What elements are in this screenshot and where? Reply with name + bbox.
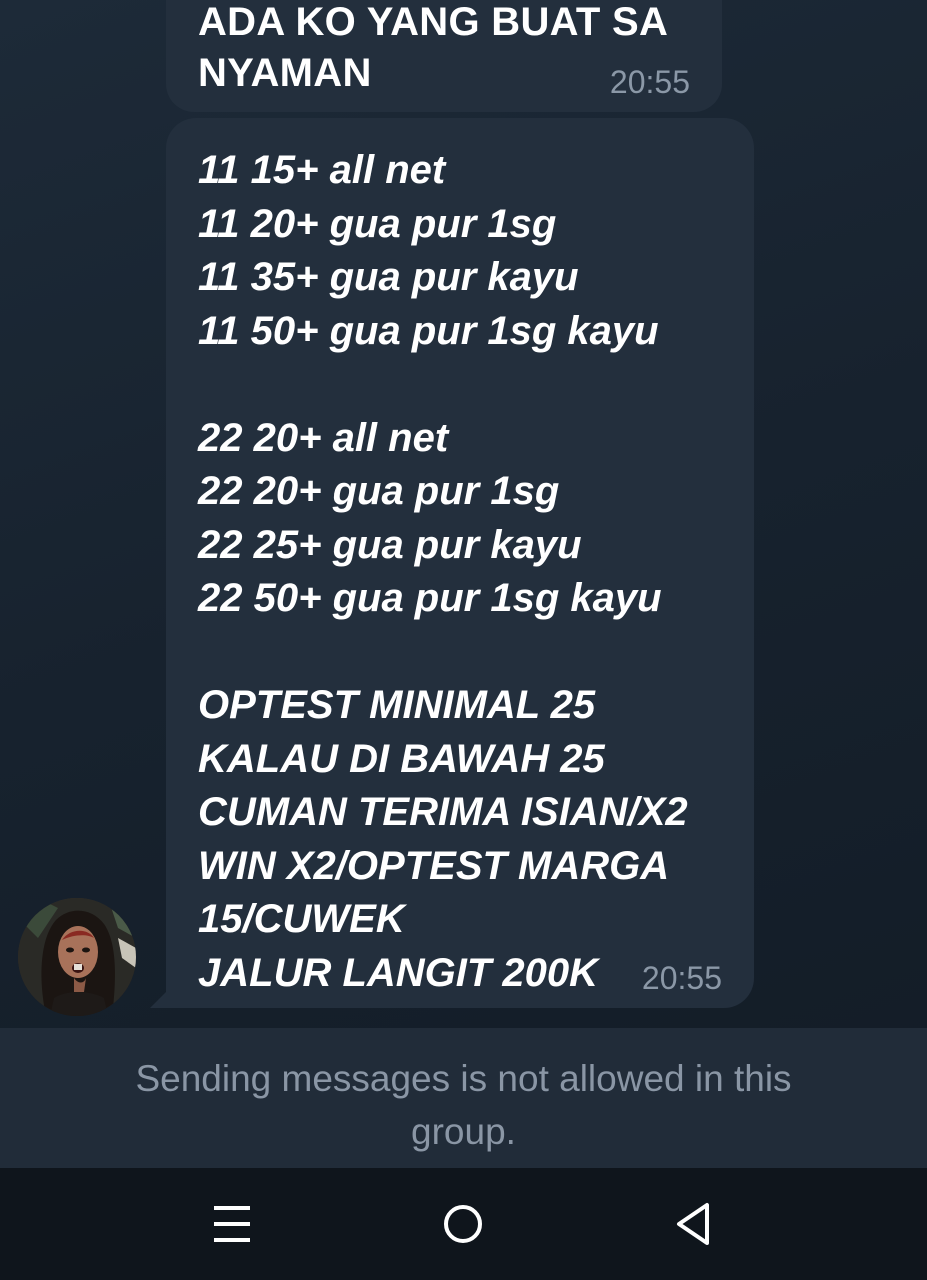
menu-icon — [214, 1206, 250, 1242]
message-time: 20:55 — [641, 960, 722, 996]
home-icon — [444, 1205, 482, 1243]
message-text-line: JALUR LANGIT 200K — [198, 950, 599, 995]
system-nav-bar — [0, 1168, 927, 1280]
message-blank-line — [198, 358, 688, 412]
message-text-line: 22 50+ gua pur 1sg kayu — [198, 576, 662, 620]
message-text-line: NYAMAN — [198, 51, 372, 95]
message-text-line: 11 35+ gua pur kayu — [198, 255, 579, 299]
message-text-line: 22 20+ gua pur 1sg — [198, 469, 560, 513]
composer-disabled-notice: Sending messages is not allowed in this … — [0, 1028, 927, 1168]
message-time: 20:55 — [609, 64, 690, 100]
message-list[interactable]: ADA KO YANG BUAT SA NYAMAN 20:55 11 15+ … — [0, 0, 927, 1028]
message-bubble[interactable]: 11 15+ all net 11 20+ gua pur 1sg 11 35+ g… — [166, 118, 754, 1008]
recent-apps-button[interactable] — [172, 1168, 292, 1280]
message-text-line: 11 50+ gua pur 1sg kayu — [198, 308, 659, 353]
message-text-line: KALAU DI BAWAH 25 — [198, 736, 605, 781]
message-text-line: WIN X2/OPTEST MARGA — [198, 843, 670, 888]
message-text-line: OPTEST MINIMAL 25 — [198, 683, 596, 727]
notice-text: Sending messages is not allowed in this … — [135, 1058, 792, 1152]
avatar-image — [18, 898, 136, 1016]
message-text-line: CUMAN TERIMA ISIAN/X2 — [198, 790, 688, 834]
message-text-line: ADA KO YANG BUAT SA — [198, 0, 669, 44]
back-button[interactable] — [634, 1168, 754, 1280]
message-blank-line — [198, 626, 688, 680]
chat-screen: ADA KO YANG BUAT SA NYAMAN 20:55 11 15+ … — [0, 0, 927, 1280]
message-bubble[interactable]: ADA KO YANG BUAT SA NYAMAN 20:55 — [166, 0, 722, 112]
message-text: 11 15+ all net 11 20+ gua pur 1sg 11 35+ g… — [198, 144, 688, 1000]
home-button[interactable] — [403, 1168, 523, 1280]
message-text-line: 22 25+ gua pur kayu — [198, 522, 582, 567]
message-text-line: 11 20+ gua pur 1sg — [198, 201, 557, 246]
back-icon — [677, 1203, 709, 1245]
avatar[interactable] — [18, 898, 136, 1016]
message-text-line: 15/CUWEK — [198, 897, 405, 941]
message-text-line: 22 20+ all net — [198, 415, 449, 460]
message-text-line: 11 15+ all net — [198, 148, 446, 192]
